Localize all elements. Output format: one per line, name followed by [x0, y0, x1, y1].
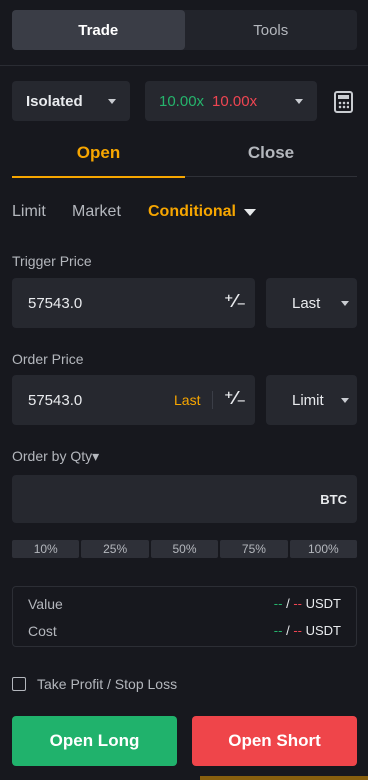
percent-option-100[interactable]: 100%: [289, 540, 358, 558]
chevron-down-icon: [295, 98, 303, 104]
leverage-values: 10.00x 10.00x: [159, 93, 257, 110]
chevron-down-icon: [341, 397, 349, 403]
order-type-market[interactable]: Market: [72, 201, 121, 223]
order-type-limit[interactable]: Limit: [12, 201, 46, 223]
order-type-conditional-label: Conditional: [148, 203, 236, 220]
tp-sl-checkbox[interactable]: [12, 677, 26, 691]
field-separator: [212, 391, 213, 409]
open-long-button[interactable]: Open Long: [12, 716, 177, 766]
quantity-unit: BTC: [320, 491, 347, 507]
order-price-input[interactable]: 57543.0 Last ⁺⁄₋: [12, 375, 255, 425]
chevron-down-icon: [108, 98, 116, 104]
info-label: Cost: [28, 623, 57, 639]
order-price-value: 57543.0: [28, 391, 83, 409]
percent-icon[interactable]: ⁺⁄₋: [224, 291, 246, 312]
percent-option-10[interactable]: 10%: [12, 540, 80, 558]
trigger-price-value: 57543.0: [28, 294, 83, 312]
order-type-conditional[interactable]: Conditional: [148, 201, 256, 223]
info-row-cost: Cost -- / -- USDT: [28, 623, 341, 639]
trigger-type-select[interactable]: Last: [266, 278, 357, 328]
order-price-label: Order Price: [12, 351, 84, 367]
last-price-tag[interactable]: Last: [174, 392, 200, 408]
tab-close[interactable]: Close: [185, 129, 357, 177]
margin-mode-label: Isolated: [26, 92, 83, 110]
divider: [0, 65, 368, 66]
order-price-type-select[interactable]: Limit: [266, 375, 357, 425]
percent-option-75[interactable]: 75%: [220, 540, 288, 558]
info-value: -- / -- USDT: [273, 596, 341, 611]
tab-trade[interactable]: Trade: [12, 10, 185, 50]
info-value: -- / -- USDT: [273, 623, 341, 638]
leverage-long: 10.00x: [159, 92, 205, 110]
tab-open[interactable]: Open: [12, 129, 185, 177]
info-row-value: Value -- / -- USDT: [28, 596, 341, 612]
open-short-button[interactable]: Open Short: [192, 716, 357, 766]
quantity-input[interactable]: BTC: [12, 475, 357, 523]
trigger-price-input[interactable]: 57543.0 ⁺⁄₋: [12, 278, 255, 328]
chevron-down-icon: [243, 208, 256, 216]
chevron-down-icon: [341, 300, 349, 306]
active-tab-indicator: [12, 176, 185, 178]
trigger-type-label: Last: [292, 294, 321, 312]
info-label: Value: [28, 596, 63, 612]
percent-option-25[interactable]: 25%: [81, 540, 149, 558]
quantity-percent-bar: 10% 25% 50% 75% 100%: [12, 540, 358, 558]
leverage-select[interactable]: 10.00x 10.00x: [145, 81, 317, 121]
percent-option-50[interactable]: 50%: [150, 540, 219, 558]
calculator-icon[interactable]: [334, 91, 353, 113]
bottom-edge-accent: [200, 776, 368, 780]
margin-mode-select[interactable]: Isolated: [12, 81, 130, 121]
leverage-short: 10.00x: [212, 92, 258, 110]
percent-icon[interactable]: ⁺⁄₋: [224, 388, 246, 409]
top-tab-bar: Trade Tools: [12, 10, 357, 50]
tab-tools[interactable]: Tools: [185, 10, 358, 50]
tp-sl-label[interactable]: Take Profit / Stop Loss: [37, 676, 177, 692]
order-info-box: Value -- / -- USDT Cost -- / -- USDT: [12, 586, 357, 647]
trigger-price-label: Trigger Price: [12, 253, 92, 269]
order-by-qty-selector[interactable]: Order by Qty▾: [12, 448, 99, 465]
order-price-type-label: Limit: [292, 391, 324, 409]
